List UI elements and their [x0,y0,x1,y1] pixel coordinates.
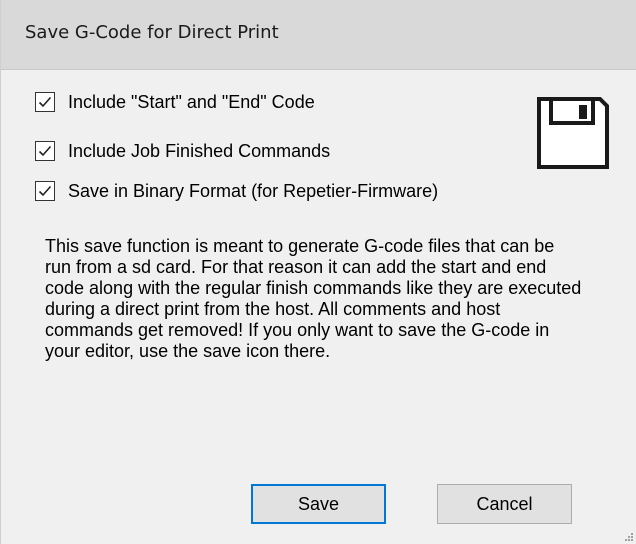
save-gcode-dialog: Save G-Code for Direct Print Include "St… [0,0,636,544]
description-line: your editor, use the save icon there. [45,341,331,361]
floppy-disk-icon [537,97,609,169]
include-job-finished-commands-option[interactable]: Include Job Finished Commands [35,139,330,163]
window-title: Save G-Code for Direct Print [25,22,279,43]
include-start-end-code-checkbox[interactable] [35,92,55,112]
description-line: run from a sd card. For that reason it c… [45,257,547,277]
save-binary-format-option[interactable]: Save in Binary Format (for Repetier-Firm… [35,179,438,203]
cancel-button[interactable]: Cancel [437,484,572,524]
description-line: code along with the regular finish comma… [45,278,582,298]
checkmark-icon [38,96,52,108]
description-line: commands get removed! If you only want t… [45,320,550,340]
save-button[interactable]: Save [251,484,386,524]
save-binary-format-checkbox[interactable] [35,181,55,201]
checkmark-icon [38,185,52,197]
include-start-end-code-label: Include "Start" and "End" Code [68,91,315,112]
description-line: during a direct print from the host. All… [45,299,501,319]
description-line: This save function is meant to generate … [45,236,555,256]
include-job-finished-commands-checkbox[interactable] [35,141,55,161]
title-bar[interactable]: Save G-Code for Direct Print [1,0,636,70]
checkmark-icon [38,145,52,157]
resize-grip-icon[interactable] [624,532,634,542]
save-binary-format-label: Save in Binary Format (for Repetier-Firm… [68,180,439,201]
include-job-finished-commands-label: Include Job Finished Commands [68,140,331,161]
include-start-end-code-option[interactable]: Include "Start" and "End" Code [35,90,315,114]
description-text: This save function is meant to generate … [45,236,636,362]
